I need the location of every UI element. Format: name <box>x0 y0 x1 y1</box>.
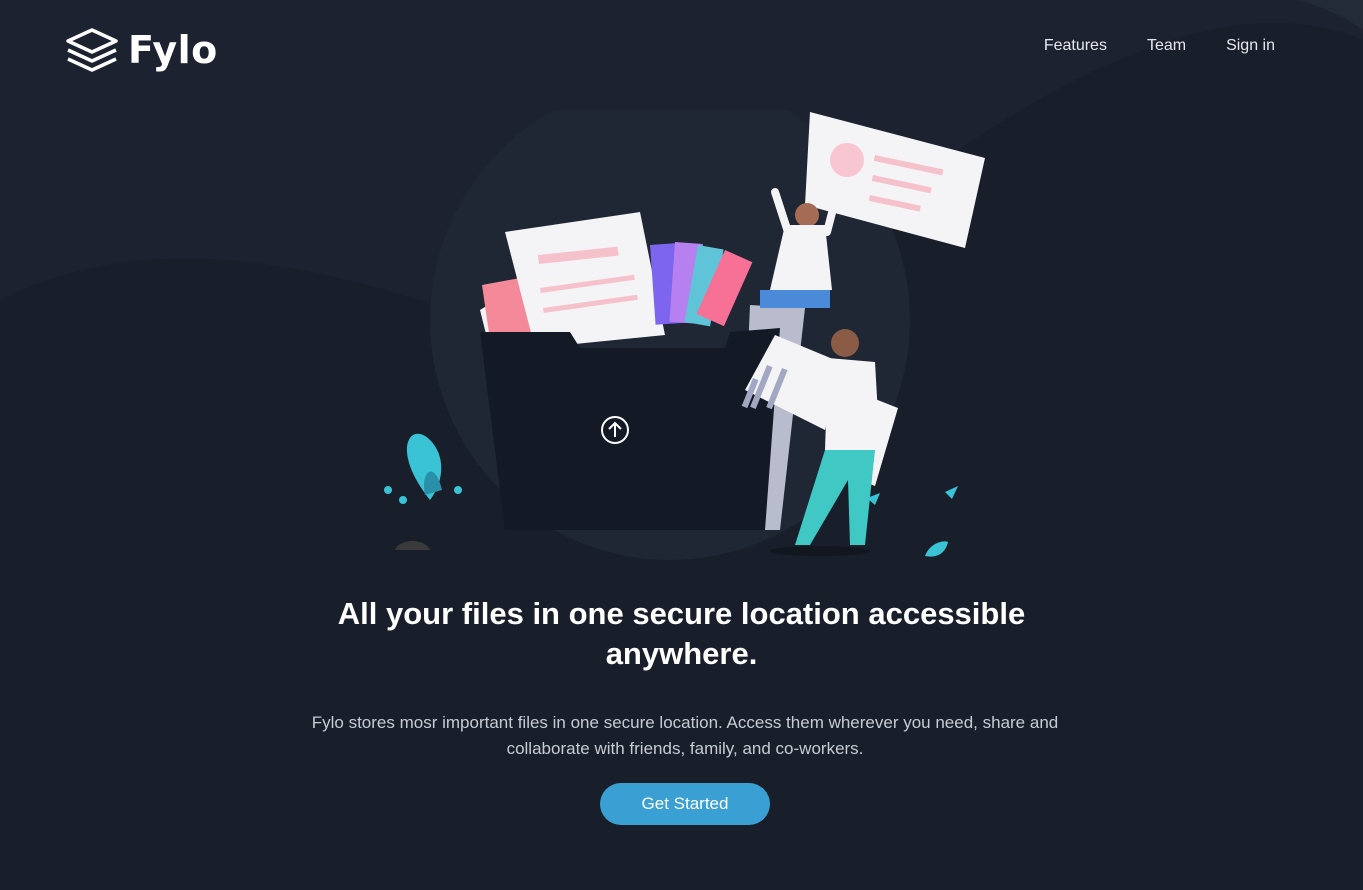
main-nav: Features Team Sign in <box>1044 37 1275 55</box>
sprout-icon <box>399 496 407 504</box>
folder-front <box>480 328 780 530</box>
nav-link-sign-in[interactable]: Sign in <box>1226 37 1275 55</box>
person2-head <box>831 329 859 357</box>
hero-title: All your files in one secure location ac… <box>337 596 1026 671</box>
site-header: Fylo Features Team Sign in <box>0 0 1363 100</box>
person-head <box>795 203 819 227</box>
nav-link-features[interactable]: Features <box>1044 37 1107 55</box>
sprout-icon <box>454 486 462 494</box>
brand-name: Fylo <box>128 28 218 72</box>
shadow <box>770 546 870 556</box>
hero-description: Fylo stores mosr important files in one … <box>311 713 1059 758</box>
nav-link-team[interactable]: Team <box>1147 37 1186 55</box>
card-avatar <box>830 143 864 177</box>
leaf <box>945 486 958 499</box>
sprout-icon <box>384 486 392 494</box>
layers-logo-icon <box>66 28 118 72</box>
leaf <box>925 541 948 557</box>
brand-logo[interactable]: Fylo <box>66 28 218 72</box>
get-started-button[interactable]: Get Started <box>600 783 770 825</box>
hero-illustration <box>384 110 985 560</box>
rock <box>395 541 430 550</box>
person-pants <box>760 290 830 308</box>
